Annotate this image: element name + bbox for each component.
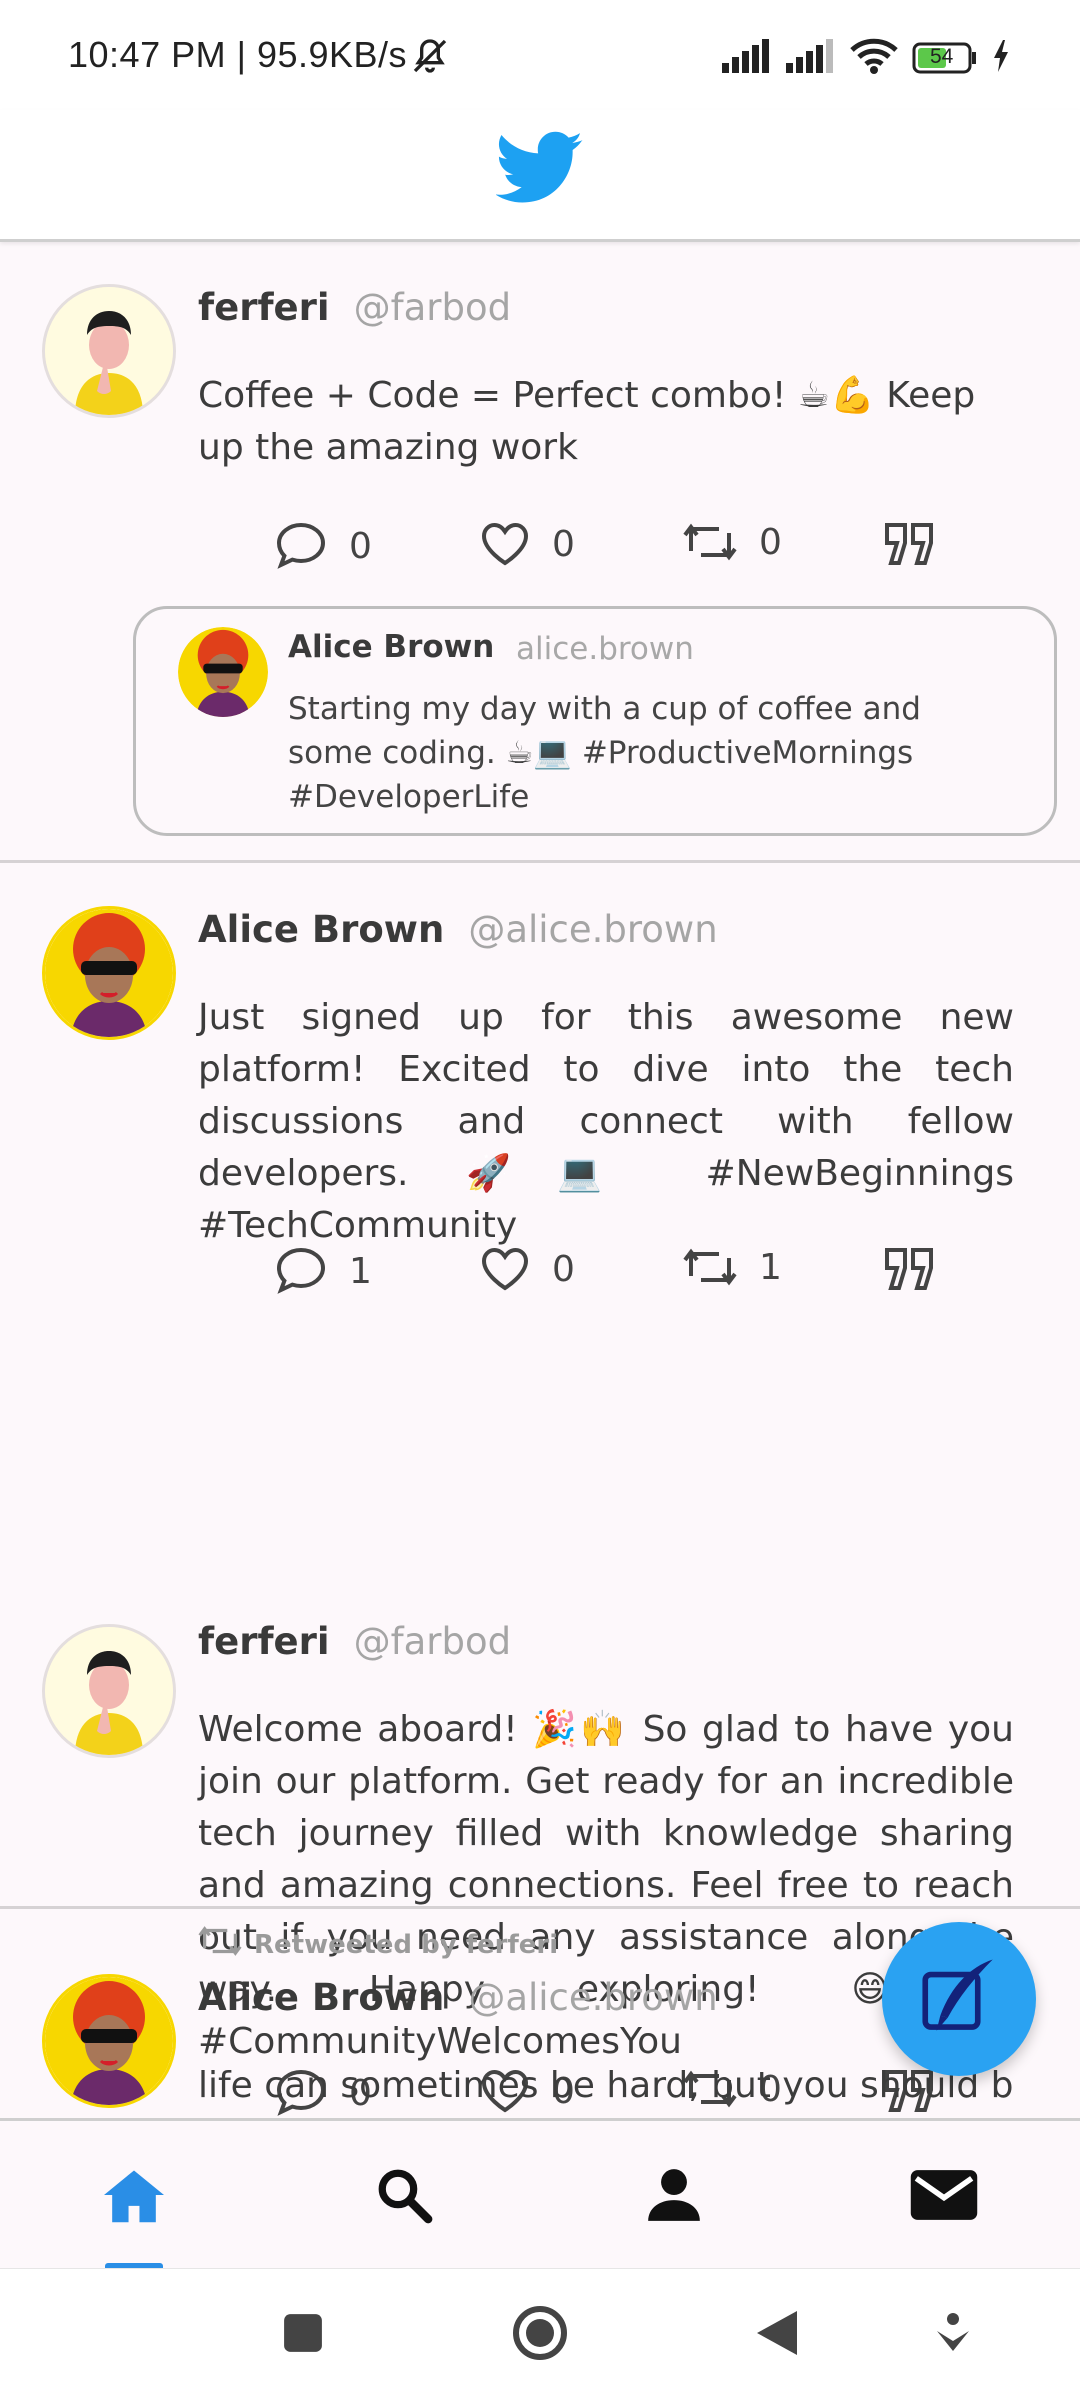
retweet-count: 1 — [759, 1246, 782, 1288]
signal-2-icon — [786, 39, 836, 77]
reply-button[interactable]: 1 — [275, 1246, 372, 1296]
mail-icon — [908, 2167, 980, 2227]
mute-bell-icon — [410, 36, 450, 80]
retweet-small-icon — [196, 1924, 244, 1965]
compose-tweet-button[interactable] — [882, 1922, 1036, 2076]
like-count: 0 — [552, 523, 575, 565]
back-button[interactable] — [742, 2305, 812, 2365]
divider — [0, 1906, 1080, 1909]
reply-count: 0 — [349, 525, 372, 567]
like-button[interactable]: 0 — [480, 521, 575, 567]
tweet-text: Coffee + Code = Perfect combo! ☕💪 Keep u… — [198, 375, 976, 468]
nav-messages[interactable] — [894, 2157, 994, 2237]
author-handle[interactable]: @alice.brown — [468, 1976, 717, 2019]
retweet-icon — [683, 521, 737, 563]
quoted-author-name[interactable]: Alice Brown — [288, 629, 494, 665]
charging-icon — [992, 40, 1010, 76]
system-navigation-bar — [0, 2268, 1080, 2400]
back-triangle-icon — [755, 2309, 799, 2361]
twitter-bird-icon[interactable] — [495, 130, 584, 210]
avatar[interactable] — [42, 906, 176, 1040]
battery-level: 54 — [930, 45, 954, 68]
like-button[interactable]: 0 — [480, 1246, 575, 1292]
quoted-tweet-text: Starting my day with a cup of coffee and… — [288, 691, 921, 815]
comment-icon — [275, 521, 327, 571]
retweet-count: 0 — [759, 521, 782, 563]
tweet-actions: 1 0 1 — [275, 1246, 945, 1306]
tweet[interactable]: Alice Brown @alice.brown Just signed up … — [0, 864, 1080, 1584]
reply-button[interactable]: 0 — [275, 521, 372, 571]
quote-button[interactable] — [883, 1246, 937, 1292]
author-name[interactable]: ferferi — [198, 286, 330, 329]
signal-icon — [722, 39, 772, 77]
author-name[interactable]: Alice Brown — [198, 1976, 444, 2019]
quote-icon — [883, 521, 937, 567]
author-handle[interactable]: @farbod — [354, 1620, 512, 1663]
status-bar: 10:47 PM | 95.9KB/s 54 — [0, 0, 1080, 110]
avatar[interactable] — [42, 1624, 176, 1758]
tweet-text: life can sometimes be hard, but you shou… — [198, 2065, 1014, 2106]
recents-square-icon — [282, 2312, 324, 2358]
home-system-button[interactable] — [505, 2305, 575, 2365]
retweeted-by-text: Retweeted by ferferi — [254, 1929, 559, 1960]
author-handle[interactable]: @alice.brown — [468, 908, 717, 951]
screen: 10:47 PM | 95.9KB/s 54 ferferi @farbod C… — [0, 0, 1080, 2400]
reply-count: 1 — [349, 1250, 372, 1292]
tweet[interactable]: ferferi @farbod Coffee + Code = Perfect … — [0, 244, 1080, 860]
quoted-tweet-card[interactable]: Alice Brown alice.brown Starting my day … — [133, 606, 1057, 836]
author-handle[interactable]: @farbod — [354, 286, 512, 329]
author-name[interactable]: ferferi — [198, 1620, 330, 1663]
avatar[interactable] — [42, 1974, 176, 2108]
app-bar — [0, 110, 1080, 242]
heart-icon — [480, 521, 530, 567]
assistant-icon — [933, 2311, 973, 2359]
like-count: 0 — [552, 1248, 575, 1290]
feed[interactable]: ferferi @farbod Coffee + Code = Perfect … — [0, 244, 1080, 2118]
profile-icon — [643, 2164, 705, 2230]
retweet-button[interactable]: 0 — [683, 521, 782, 563]
home-icon — [101, 2165, 167, 2229]
heart-icon — [480, 1246, 530, 1292]
tweet-actions: 0 0 0 — [275, 521, 945, 581]
search-icon — [375, 2166, 433, 2228]
bottom-navigation — [0, 2118, 1080, 2273]
retweet-icon — [683, 1246, 737, 1288]
nav-search[interactable] — [354, 2157, 454, 2237]
quoted-avatar[interactable] — [178, 627, 268, 717]
nav-home[interactable] — [84, 2157, 184, 2237]
retweet-button[interactable]: 1 — [683, 1246, 782, 1288]
divider — [0, 860, 1080, 863]
tweet-text: Just signed up for this awesome new plat… — [198, 997, 1014, 1246]
quote-icon — [883, 1246, 937, 1292]
status-time: 10:47 PM | 95.9KB/s — [68, 34, 408, 75]
comment-icon — [275, 1246, 327, 1296]
quoted-author-handle[interactable]: alice.brown — [516, 631, 694, 667]
avatar[interactable] — [42, 284, 176, 418]
wifi-icon — [850, 38, 898, 78]
assistant-button[interactable] — [918, 2305, 988, 2365]
battery-icon: 54 — [912, 42, 978, 74]
recents-button[interactable] — [268, 2305, 338, 2365]
retweeted-by-label: Retweeted by ferferi — [196, 1924, 558, 1965]
nav-profile[interactable] — [624, 2157, 724, 2237]
quill-compose-icon — [914, 1952, 1004, 2046]
quote-button[interactable] — [883, 521, 937, 567]
author-name[interactable]: Alice Brown — [198, 908, 444, 951]
home-circle-icon — [512, 2305, 568, 2365]
